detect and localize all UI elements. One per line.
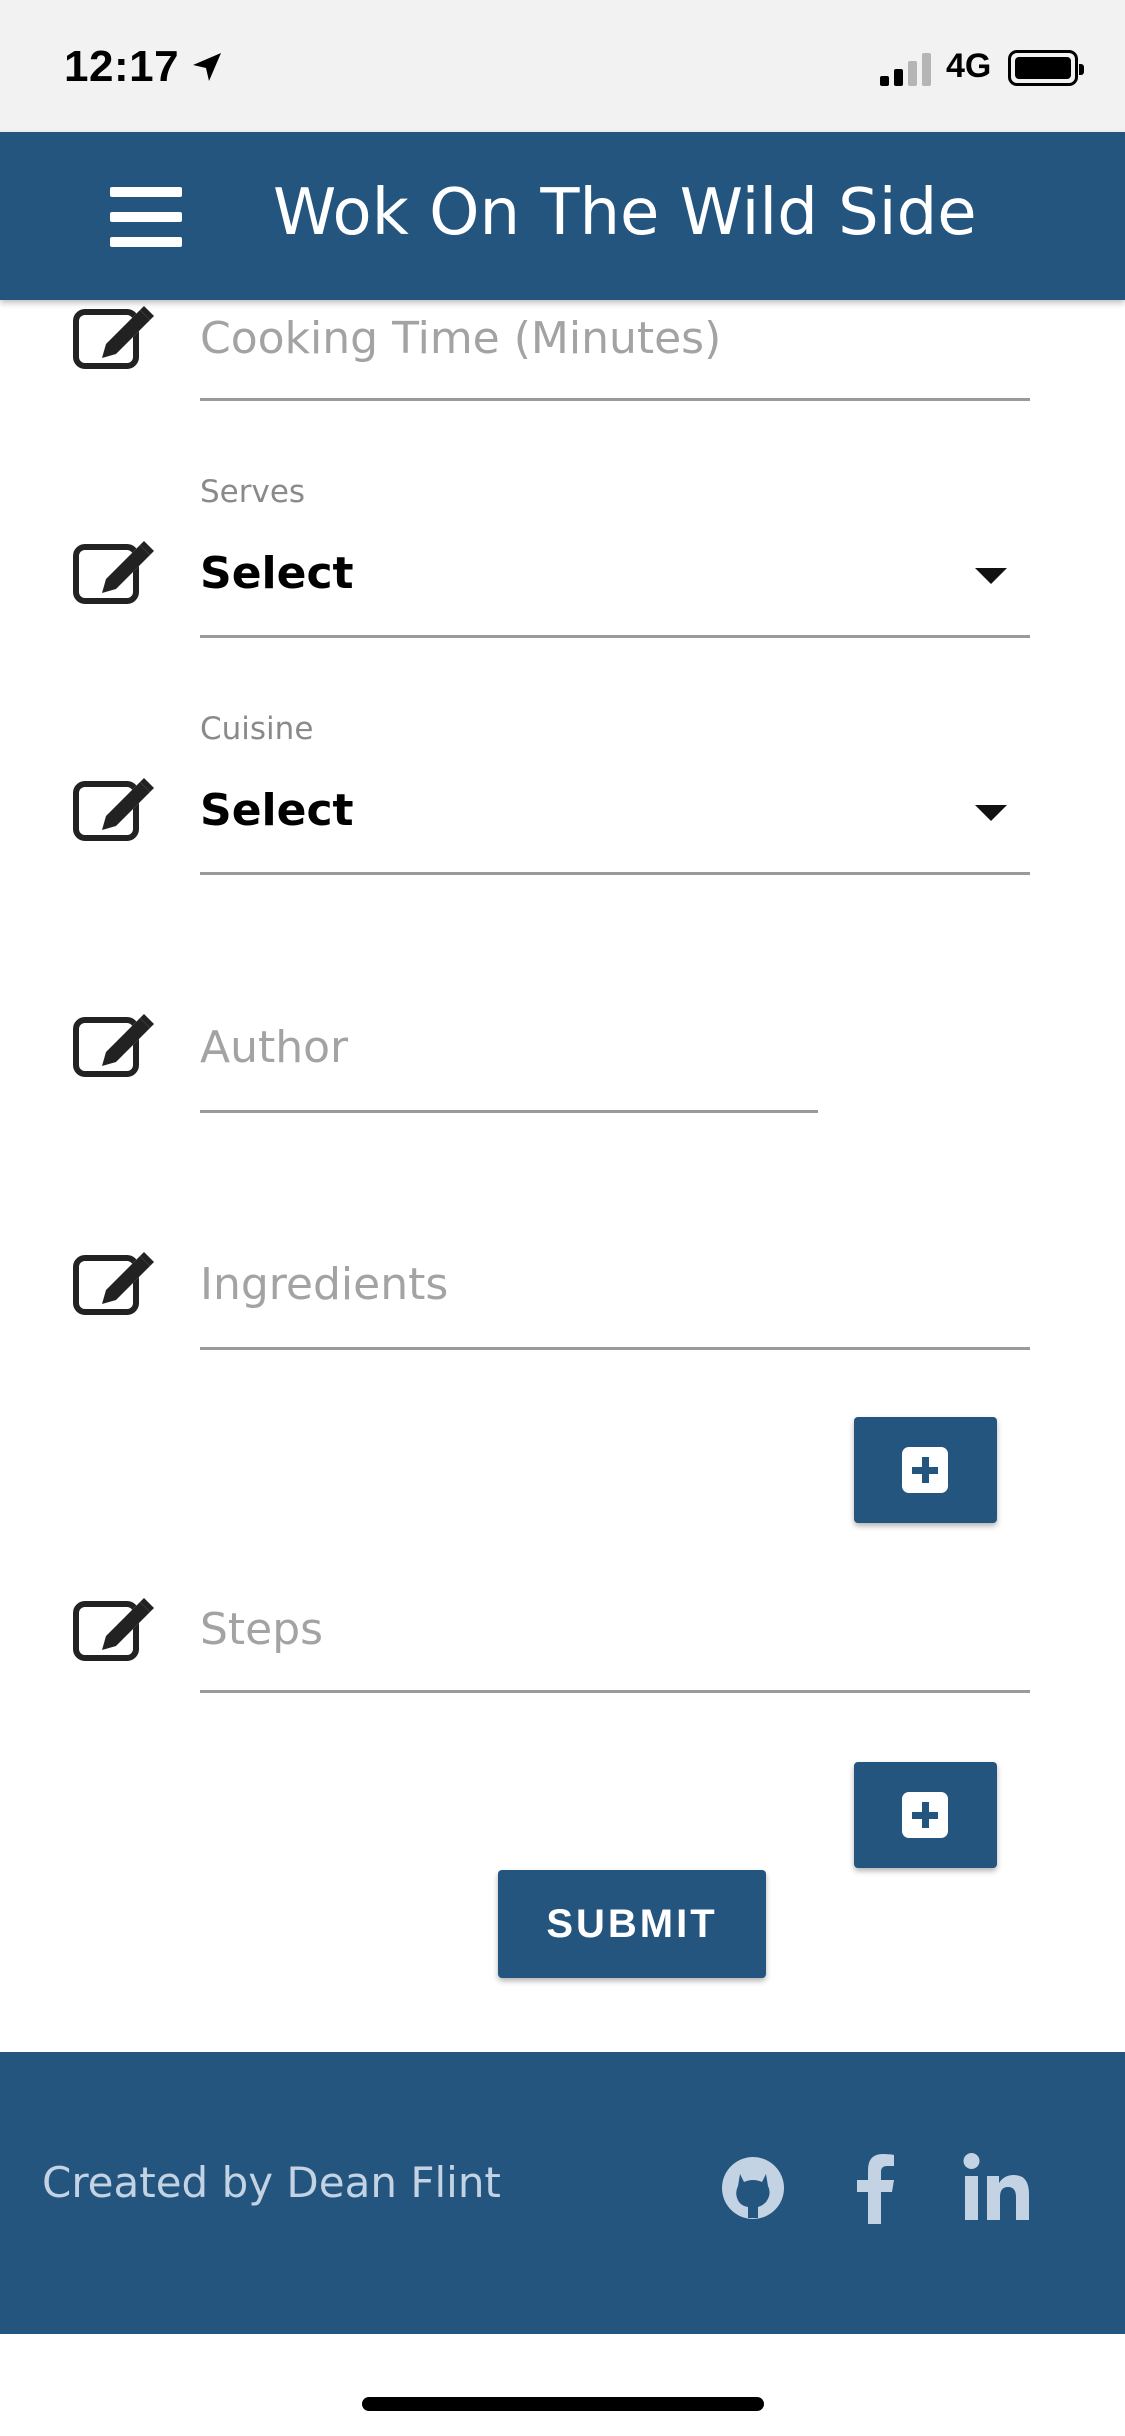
signal-strength-icon <box>880 52 932 86</box>
edit-icon <box>73 1014 154 1077</box>
chevron-down-icon[interactable] <box>975 805 1007 821</box>
serves-select[interactable]: Select <box>200 548 354 599</box>
cuisine-select[interactable]: Select <box>200 785 354 836</box>
edit-icon <box>73 1252 154 1315</box>
add-step-button[interactable] <box>854 1762 997 1868</box>
author-input[interactable]: Author <box>200 1022 348 1073</box>
app-bar: Wok On The Wild Side <box>0 132 1125 300</box>
footer-credit: Created by Dean Flint <box>42 2158 501 2207</box>
serves-label: Serves <box>200 474 306 510</box>
cuisine-underline <box>200 872 1030 875</box>
ingredients-input[interactable]: Ingredients <box>200 1259 448 1310</box>
add-ingredient-button[interactable] <box>854 1417 997 1523</box>
home-indicator <box>362 2397 764 2411</box>
cooking-time-input[interactable]: Cooking Time (Minutes) <box>200 313 721 364</box>
steps-input[interactable]: Steps <box>200 1604 323 1655</box>
author-underline <box>200 1110 818 1113</box>
github-icon[interactable] <box>720 2152 786 2224</box>
cooking-time-underline <box>200 398 1030 401</box>
steps-underline <box>200 1690 1030 1693</box>
edit-icon <box>73 778 154 841</box>
status-time: 12:17 <box>64 42 180 91</box>
plus-square-icon <box>902 1447 948 1493</box>
edit-icon <box>73 541 154 604</box>
facebook-icon[interactable] <box>855 2152 895 2224</box>
network-type: 4G <box>946 47 992 85</box>
location-arrow-icon <box>193 53 221 81</box>
hamburger-menu-icon[interactable] <box>110 187 182 247</box>
plus-square-icon <box>902 1792 948 1838</box>
cuisine-label: Cuisine <box>200 711 314 747</box>
footer: Created by Dean Flint <box>0 2052 1125 2334</box>
edit-icon <box>73 1598 154 1661</box>
chevron-down-icon[interactable] <box>975 568 1007 584</box>
serves-underline <box>200 635 1030 638</box>
ingredients-underline <box>200 1347 1030 1350</box>
status-bar: 12:17 4G <box>0 0 1125 132</box>
app-title: Wok On The Wild Side <box>273 176 977 250</box>
battery-icon <box>1008 50 1084 86</box>
submit-button[interactable]: SUBMIT <box>498 1870 766 1978</box>
edit-icon <box>73 306 154 369</box>
linkedin-icon[interactable] <box>963 2152 1031 2224</box>
